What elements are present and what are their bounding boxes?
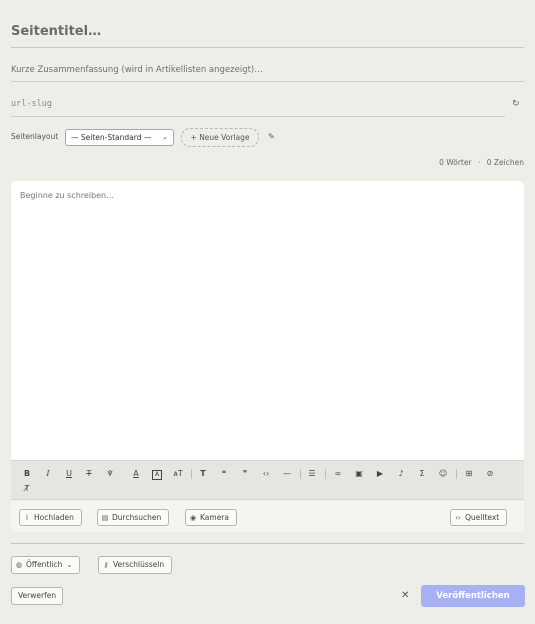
publish-button[interactable]: Veröffentlichen bbox=[421, 585, 525, 607]
new-template-button[interactable]: + Neue Vorlage bbox=[181, 128, 259, 147]
hide-icon[interactable]: ⊘ bbox=[483, 468, 497, 480]
chevron-down-icon: ⌄ bbox=[66, 561, 73, 569]
code-icon[interactable]: ‹› bbox=[259, 468, 273, 480]
image-icon[interactable]: ▣ bbox=[352, 468, 366, 480]
summary-placeholder: Kurze Zusammenfassung (wird in Artikelli… bbox=[11, 65, 263, 75]
layout-select[interactable]: — Seiten-Standard — ⌄ bbox=[65, 129, 174, 146]
word-count: 0 Wörter · 0 Zeichen bbox=[439, 158, 524, 168]
video-icon[interactable]: ▶ bbox=[373, 468, 387, 480]
title-input[interactable]: Seitentitel… bbox=[11, 22, 524, 48]
upload-button[interactable]: ⌇ Hochladen bbox=[19, 509, 82, 526]
visibility-label: Öffentlich bbox=[26, 560, 63, 569]
close-icon[interactable]: ✕ bbox=[401, 590, 409, 602]
background-color-icon[interactable]: A bbox=[150, 468, 164, 480]
browse-label: Durchsuchen bbox=[112, 513, 162, 522]
upload-label: Hochladen bbox=[34, 513, 74, 522]
divider bbox=[11, 543, 524, 544]
quote-icon[interactable]: ❝ bbox=[217, 468, 231, 480]
discard-label: Verwerfen bbox=[18, 591, 57, 600]
underline-icon[interactable]: U bbox=[62, 468, 76, 480]
discard-button[interactable]: Verwerfen bbox=[11, 587, 64, 605]
highlight-icon[interactable]: ♆ bbox=[103, 468, 117, 480]
source-button[interactable]: ‹› Quelltext bbox=[450, 509, 508, 526]
chars-count: 0 Zeichen bbox=[486, 158, 524, 167]
bold-icon[interactable]: B bbox=[20, 468, 34, 480]
toolbar-separator bbox=[300, 469, 301, 479]
toolbar-separator bbox=[456, 469, 457, 479]
toolbar-separator bbox=[191, 469, 192, 479]
gallery-icon: ▤ bbox=[101, 514, 109, 522]
summary-input[interactable]: Kurze Zusammenfassung (wird in Artikelli… bbox=[11, 62, 524, 82]
pencil-icon[interactable]: ✎ bbox=[268, 132, 275, 142]
font-size-icon[interactable]: ᴀT bbox=[171, 468, 185, 480]
list-icon[interactable]: ☰ bbox=[305, 468, 319, 480]
paperclip-icon: ⌇ bbox=[25, 514, 29, 522]
heading-icon[interactable]: T bbox=[196, 468, 210, 480]
count-separator: · bbox=[477, 158, 481, 167]
italic-icon[interactable]: I bbox=[41, 468, 55, 480]
chevron-down-icon: ⌄ bbox=[162, 133, 168, 141]
encrypt-label: Verschlüsseln bbox=[113, 560, 165, 569]
camera-icon: ◉ bbox=[189, 514, 197, 522]
visibility-select[interactable]: ◍ Öffentlich ⌄ bbox=[11, 556, 81, 574]
slug-input[interactable]: url-slug bbox=[11, 96, 505, 117]
link-icon[interactable]: ∞ bbox=[331, 468, 345, 480]
formula-icon[interactable]: Σ bbox=[415, 468, 429, 480]
formatting-toolbar: B I U T ♆ A A ᴀT T ❝ ❞ ‹› — ☰ ∞ ▣ ▶ ♪ Σ … bbox=[11, 460, 524, 500]
encrypt-button[interactable]: ⚷ Verschlüsseln bbox=[98, 556, 173, 574]
slug-placeholder: url-slug bbox=[11, 99, 52, 109]
toolbar-separator bbox=[325, 469, 326, 479]
words-count: 0 Wörter bbox=[439, 158, 472, 167]
camera-button[interactable]: ◉ Kamera bbox=[185, 509, 237, 526]
browse-button[interactable]: ▤ Durchsuchen bbox=[97, 509, 170, 526]
text-color-icon[interactable]: A bbox=[129, 468, 143, 480]
audio-icon[interactable]: ♪ bbox=[394, 468, 408, 480]
clear-format-icon[interactable]: T̸ bbox=[20, 483, 34, 495]
title-placeholder: Seitentitel… bbox=[11, 24, 102, 39]
table-icon[interactable]: ⊞ bbox=[462, 468, 476, 480]
blockquote-icon[interactable]: ❞ bbox=[238, 468, 252, 480]
source-label: Quelltext bbox=[465, 513, 500, 522]
layout-selected-value: — Seiten-Standard — bbox=[71, 133, 152, 142]
emoji-icon[interactable]: ☺ bbox=[436, 468, 450, 480]
editor-placeholder: Beginne zu schreiben… bbox=[20, 191, 115, 200]
code-icon: ‹› bbox=[455, 514, 461, 522]
camera-label: Kamera bbox=[200, 513, 229, 522]
globe-icon: ◍ bbox=[15, 561, 23, 569]
strikethrough-icon[interactable]: T bbox=[82, 468, 96, 480]
horizontal-rule-icon[interactable]: — bbox=[280, 468, 294, 480]
key-icon: ⚷ bbox=[103, 561, 109, 569]
refresh-icon[interactable]: ↻ bbox=[512, 99, 522, 109]
attachment-bar: ⌇ Hochladen ▤ Durchsuchen ◉ Kamera ‹› Quellt… bbox=[11, 501, 524, 532]
layout-label: Seitenlayout bbox=[11, 132, 59, 141]
editor-area[interactable]: Beginne zu schreiben… bbox=[11, 181, 524, 460]
